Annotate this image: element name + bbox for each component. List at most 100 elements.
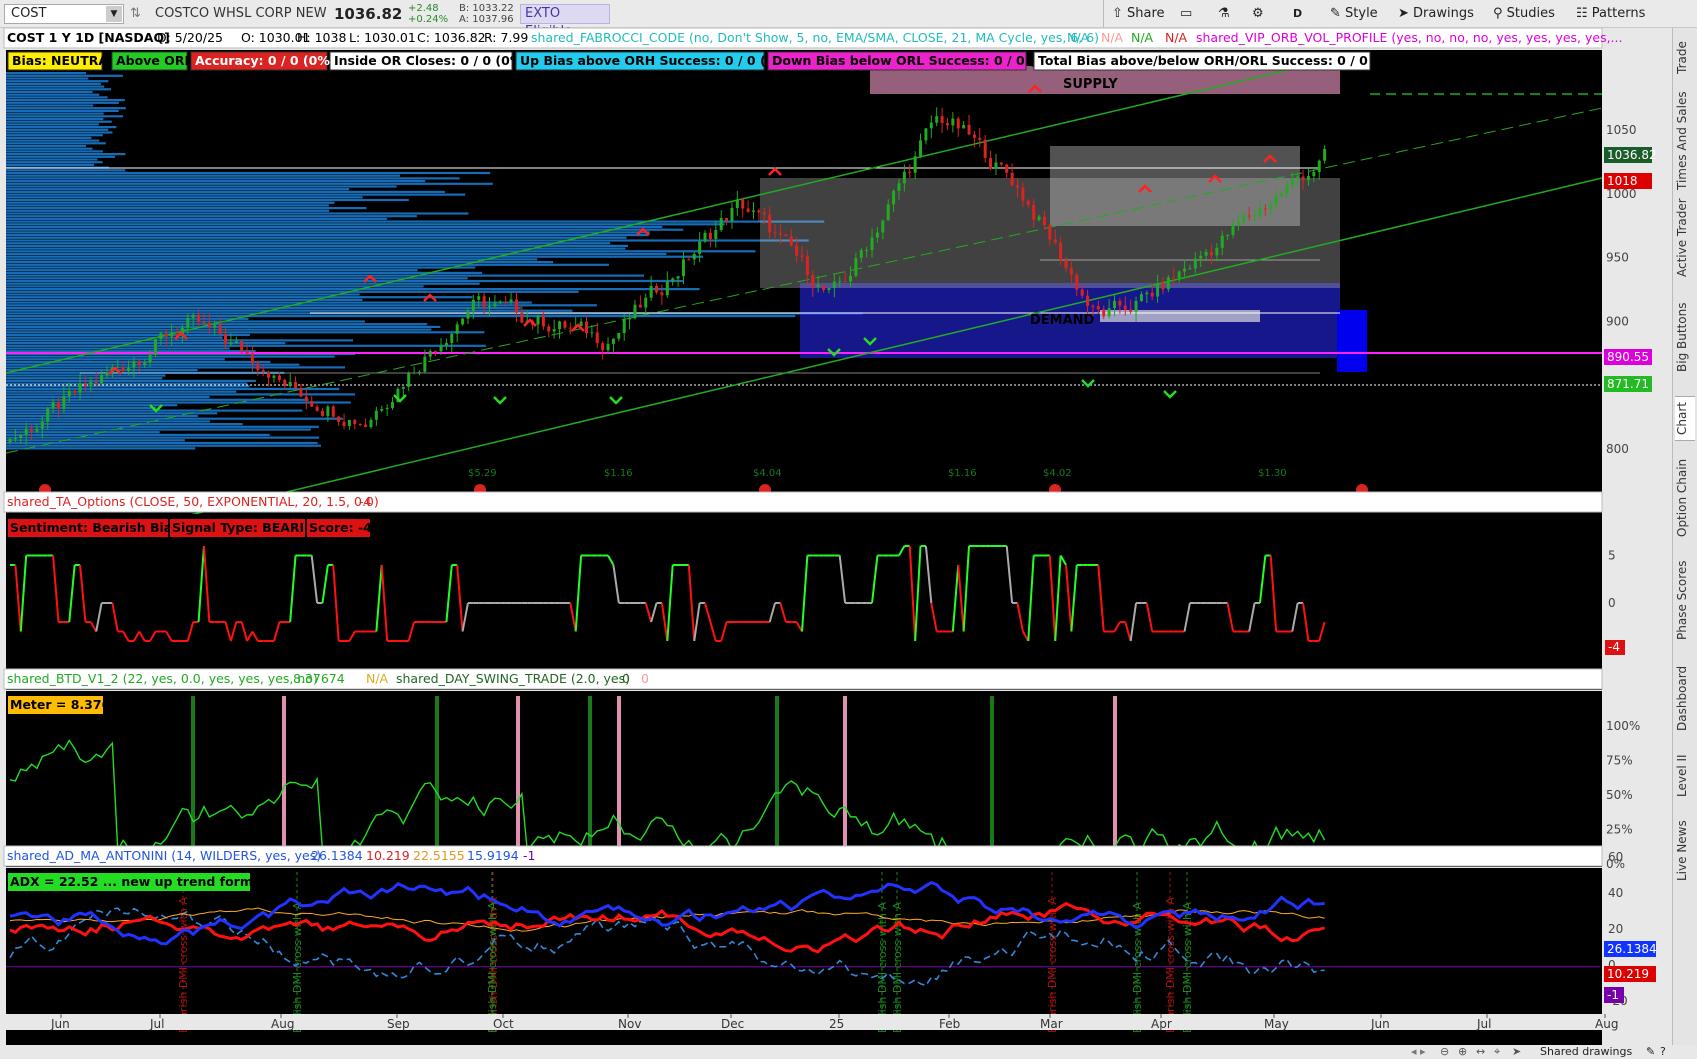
- volume-profile-bar: [6, 304, 597, 307]
- candle-body: [277, 375, 281, 380]
- btd-axis-tick: 25%: [1606, 823, 1633, 837]
- candle-body: [633, 304, 637, 319]
- candle-body: [547, 326, 551, 332]
- chevron-down-icon[interactable]: ▼: [106, 6, 122, 22]
- study-fabrocci[interactable]: shared_FABROCCI_CODE (no, Don't Show, 5,…: [531, 30, 1099, 45]
- candle-body: [994, 162, 998, 169]
- help-icon[interactable]: ?: [1660, 1045, 1666, 1058]
- cursor-icon[interactable]: ➤: [1512, 1045, 1521, 1058]
- candle-body: [504, 301, 508, 303]
- volume-profile-bar: [6, 396, 210, 399]
- zoom-out-icon[interactable]: ⊖: [1440, 1045, 1449, 1058]
- chart-area[interactable]: COST 1 Y 1D [NASDAQ] D: 5/20/25 O: 1030.…: [0, 28, 1672, 1046]
- style-button[interactable]: ✎ Style: [1330, 0, 1378, 28]
- candle-body: [698, 241, 702, 254]
- candle-body: [865, 249, 869, 251]
- side-tab-level-ii[interactable]: Level II: [1675, 748, 1695, 803]
- candle-body: [374, 410, 378, 420]
- candle-body: [1102, 309, 1106, 317]
- study-btd[interactable]: shared_BTD_V1_2 (22, yes, 0.0, yes, yes,…: [7, 671, 318, 686]
- candle-body: [757, 210, 761, 213]
- side-tab-dashboard[interactable]: Dashboard: [1675, 653, 1695, 743]
- study-ta-options[interactable]: shared_TA_Options (CLOSE, 50, EXPONENTIA…: [7, 494, 379, 509]
- btd-panel[interactable]: [6, 691, 1602, 867]
- link-icon[interactable]: ⇅: [130, 0, 141, 28]
- side-tab-phase-scores[interactable]: Phase Scores: [1675, 553, 1695, 648]
- change-pct: +0.24%: [408, 14, 449, 25]
- volume-profile-bar: [6, 379, 256, 382]
- share-button[interactable]: ⇧ Share: [1103, 0, 1165, 28]
- candle-body: [1021, 187, 1025, 201]
- shared-drawings-link[interactable]: Shared drawings: [1540, 1045, 1632, 1058]
- price-axis-tick: 800: [1606, 442, 1629, 456]
- side-tab-live-news[interactable]: Live News: [1675, 806, 1695, 896]
- candle-body: [714, 229, 718, 239]
- timeframe-button[interactable]: D: [1293, 0, 1302, 28]
- candle-body: [1059, 242, 1063, 261]
- candle-body: [213, 325, 217, 328]
- volume-profile-bar: [6, 93, 100, 96]
- candle-body: [1091, 305, 1095, 307]
- volume-profile-bar: [6, 207, 367, 210]
- side-tab-chart[interactable]: Chart: [1675, 396, 1695, 441]
- symbol-input[interactable]: COST ▼: [4, 4, 124, 24]
- candle-body: [62, 395, 66, 409]
- candle-body: [121, 367, 125, 371]
- candle-body: [191, 314, 195, 318]
- side-tab-trade[interactable]: Trade: [1675, 38, 1695, 78]
- candle-body: [795, 245, 799, 256]
- x-axis-label: Feb: [939, 1017, 960, 1031]
- btd-na: N/A: [366, 671, 389, 686]
- volume-profile-bar: [6, 171, 491, 175]
- side-tab-option-chain[interactable]: Option Chain: [1675, 448, 1695, 548]
- volume-profile-bar: [6, 153, 126, 156]
- study-vip-orb[interactable]: shared_VIP_ORB_VOL_PROFILE (yes, no, no,…: [1196, 30, 1622, 45]
- volume-profile-bar: [6, 109, 119, 112]
- side-tab-times-and-sales[interactable]: Times And Sales: [1675, 88, 1695, 193]
- volume-profile-bar: [6, 439, 185, 442]
- volume-profile-bar: [6, 85, 105, 88]
- volume-profile-bar: [6, 158, 98, 161]
- candle-body: [240, 341, 244, 352]
- study-day-swing[interactable]: shared_DAY_SWING_TRADE (2.0, yes): [396, 671, 630, 686]
- candle-body: [1188, 268, 1192, 270]
- candle-body: [913, 156, 917, 173]
- candle-body: [1037, 216, 1041, 220]
- drawings-button[interactable]: ➤ Drawings: [1398, 0, 1474, 28]
- btd-sell-bar: [617, 696, 621, 862]
- candle-body: [385, 408, 389, 410]
- candle-body: [778, 233, 782, 235]
- pencil-icon[interactable]: ✎: [1646, 1045, 1655, 1058]
- crosshair-icon[interactable]: ⌖: [1494, 1045, 1500, 1059]
- ta-options-value: -4: [359, 494, 372, 509]
- scroll-controls[interactable]: ◂ ▸: [1411, 1045, 1426, 1058]
- pan-icon[interactable]: ↔: [1476, 1045, 1485, 1058]
- studies-button[interactable]: ⚲ Studies: [1493, 0, 1555, 28]
- candle-body: [1258, 208, 1262, 216]
- badge-down: Down Bias below ORL Success: 0 / 0 (0%): [772, 53, 1062, 68]
- candle-body: [407, 373, 411, 387]
- candle-body: [773, 232, 777, 234]
- volume-profile-bar: [6, 196, 363, 199]
- candle-body: [19, 434, 23, 439]
- x-axis-label: May: [1264, 1017, 1289, 1031]
- study-ad-ma[interactable]: shared_AD_MA_ANTONINI (14, WILDERS, yes,…: [7, 848, 321, 863]
- gear-icon[interactable]: ⚙: [1252, 0, 1264, 28]
- side-tab-big-buttons[interactable]: Big Buttons: [1675, 283, 1695, 391]
- candle-body: [245, 351, 249, 354]
- candle-body: [962, 124, 966, 129]
- range-box-light: [1050, 146, 1300, 226]
- badge-total: Total Bias above/below ORH/ORL Success: …: [1038, 53, 1405, 68]
- candle-body: [1069, 268, 1073, 275]
- screenshot-icon[interactable]: ▭: [1180, 0, 1192, 28]
- side-tab-active-trader[interactable]: Active Trader: [1675, 198, 1695, 278]
- exto-badge[interactable]: EXTO Eligible: [520, 4, 610, 39]
- flask-icon[interactable]: ⚗: [1218, 0, 1230, 28]
- zoom-in-icon[interactable]: ⊕: [1458, 1045, 1467, 1058]
- candle-body: [51, 402, 55, 409]
- volume-profile-bar: [6, 80, 109, 83]
- last-price: 1036.82: [334, 5, 403, 23]
- candle-body: [681, 259, 685, 277]
- patterns-button[interactable]: ☷ Patterns: [1576, 0, 1645, 28]
- candle-body: [331, 406, 335, 417]
